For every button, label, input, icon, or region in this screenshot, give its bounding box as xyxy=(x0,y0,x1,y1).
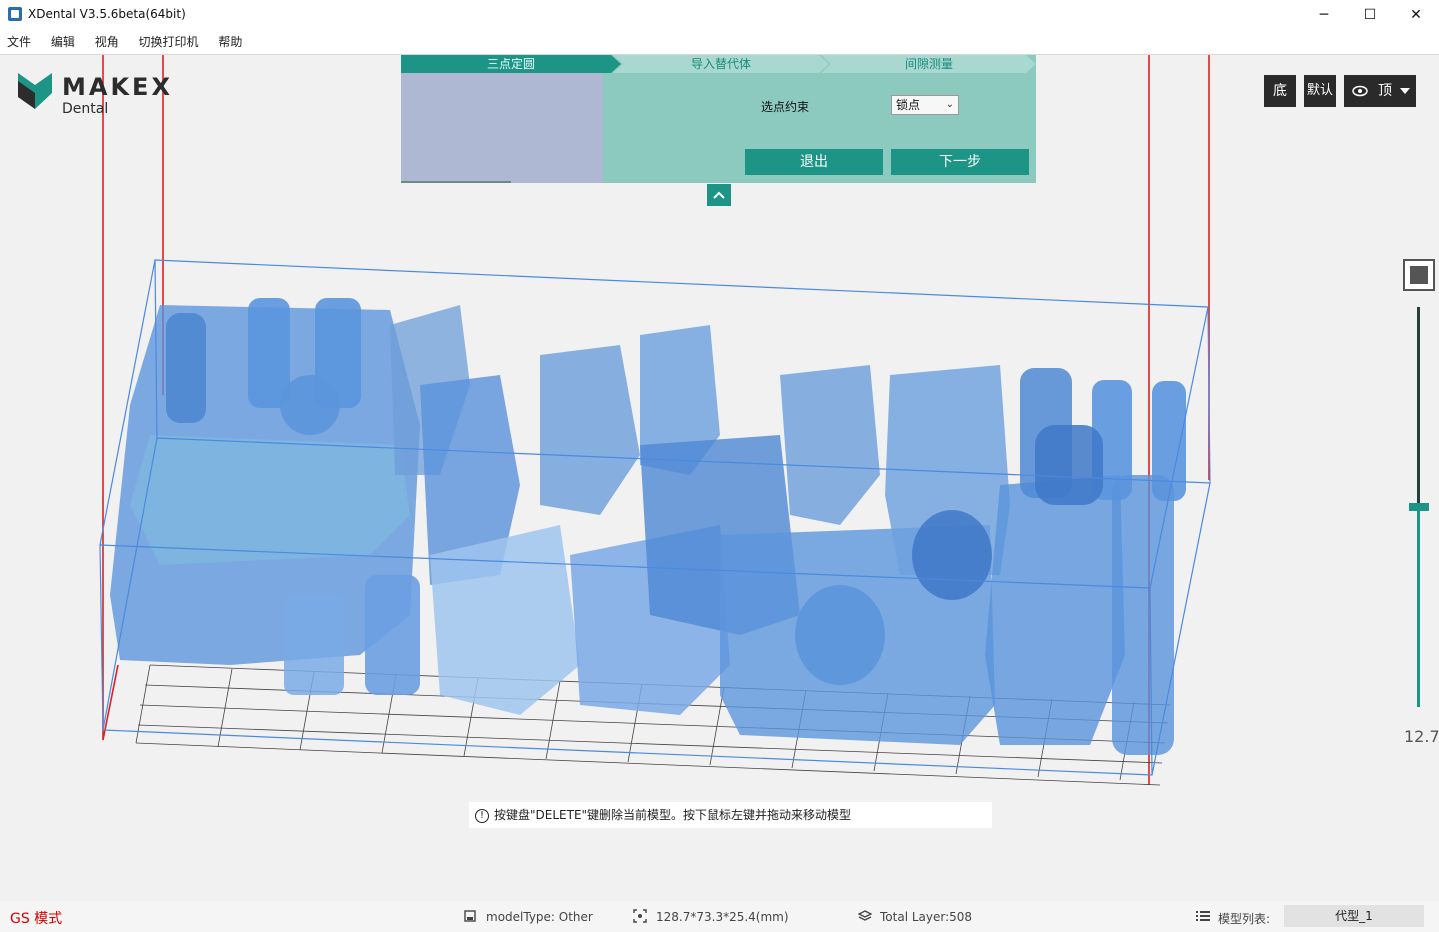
layer-slider-fill xyxy=(1417,507,1420,707)
model-list-select[interactable]: 代型_1 xyxy=(1284,905,1424,927)
app-icon xyxy=(8,7,22,21)
logo-subtitle: Dental xyxy=(62,101,109,117)
constraint-label: 选点约束 xyxy=(761,100,810,114)
wizard-panel: 三点定圆 导入替代体 间隙测量 选点约束 锁点 ⌄ 退出 下一步 xyxy=(401,55,1036,183)
layer-view-toggle[interactable] xyxy=(1403,259,1435,291)
3d-viewport[interactable]: MAKEX Dental 三点定圆 导入替代体 间隙测量 选点约束 锁点 ⌄ 退… xyxy=(0,55,1439,901)
dental-models[interactable] xyxy=(110,298,1186,755)
top-view-dropdown[interactable]: 顶 xyxy=(1344,75,1416,107)
layers-icon xyxy=(858,910,872,921)
model-list-label: 模型列表: xyxy=(1218,912,1271,926)
step-import-analog[interactable]: 导入替代体 xyxy=(617,55,825,73)
list-icon xyxy=(1196,911,1210,921)
makex-mark-icon xyxy=(18,73,52,109)
layer-slider-value: 12.7 xyxy=(1404,727,1439,746)
makex-logo: MAKEX Dental xyxy=(18,73,188,119)
model-type: modelType: Other xyxy=(486,910,593,924)
bottom-view-button[interactable]: 底 xyxy=(1264,75,1296,107)
caret-down-icon xyxy=(1400,88,1410,94)
minimize-button[interactable]: ─ xyxy=(1301,0,1347,30)
menu-file[interactable]: 文件 xyxy=(7,30,31,54)
model-dimensions: 128.7*73.3*25.4(mm) xyxy=(656,910,789,924)
eye-icon xyxy=(1352,85,1368,97)
step-gap-measure[interactable]: 间隙测量 xyxy=(825,55,1033,73)
top-view-label: 顶 xyxy=(1378,83,1392,99)
info-icon: ! xyxy=(475,808,489,823)
status-bar: GS 模式 modelType: Other 128.7*73.3*25.4(m… xyxy=(0,901,1439,932)
hint-text: 按键盘"DELETE"键删除当前模型。按下鼠标左键并拖动来移动模型 xyxy=(494,808,852,822)
dimension-icon xyxy=(633,909,647,923)
menu-switch-printer[interactable]: 切换打印机 xyxy=(139,30,199,54)
chevron-up-icon xyxy=(713,191,725,199)
chevron-down-icon: ⌄ xyxy=(945,99,954,110)
menu-edit[interactable]: 编辑 xyxy=(51,30,75,54)
step-three-point-circle[interactable]: 三点定圆 xyxy=(401,55,621,73)
constraint-value: 锁点 xyxy=(896,98,921,112)
layer-slider-handle[interactable] xyxy=(1409,503,1429,511)
menu-view[interactable]: 视角 xyxy=(95,30,119,54)
close-button[interactable]: ✕ xyxy=(1393,0,1439,30)
default-view-button[interactable]: 默认 xyxy=(1304,75,1336,107)
preview-image xyxy=(401,73,603,183)
menu-bar: 文件 编辑 视角 切换打印机 帮助 xyxy=(0,30,1439,55)
title-bar: XDental V3.5.6beta(64bit) ─ ☐ ✕ xyxy=(0,0,1439,30)
hint-bar: ! 按键盘"DELETE"键删除当前模型。按下鼠标左键并拖动来移动模型 xyxy=(469,802,992,828)
collapse-panel-button[interactable] xyxy=(707,184,731,206)
window-title: XDental V3.5.6beta(64bit) xyxy=(28,7,186,21)
menu-help[interactable]: 帮助 xyxy=(218,30,242,54)
logo-brand: MAKEX xyxy=(62,73,173,101)
save-icon xyxy=(464,910,476,922)
preview-progress xyxy=(401,181,511,183)
exit-button[interactable]: 退出 xyxy=(745,149,883,175)
mode-indicator: GS 模式 xyxy=(10,911,63,927)
maximize-button[interactable]: ☐ xyxy=(1347,0,1393,30)
next-step-button[interactable]: 下一步 xyxy=(891,149,1029,175)
total-layer: Total Layer:508 xyxy=(880,910,973,924)
constraint-select[interactable]: 锁点 ⌄ xyxy=(891,95,959,115)
